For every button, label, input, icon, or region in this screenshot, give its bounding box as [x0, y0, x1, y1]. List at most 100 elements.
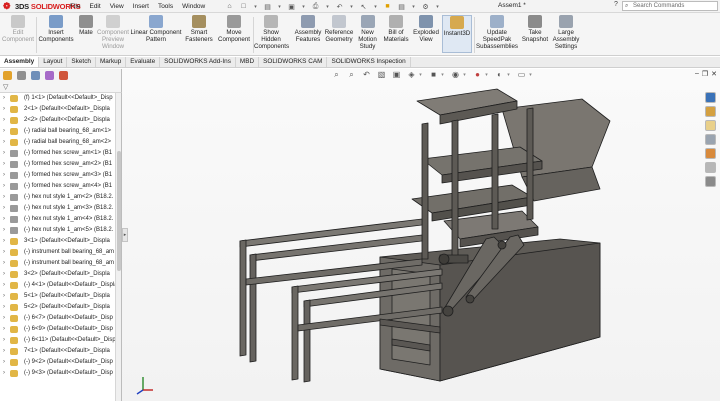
tree-item[interactable]: › (-) 9<2> (Default<<Default>_Disp	[0, 357, 115, 368]
insert-components-button[interactable]: Insert Components	[38, 15, 74, 44]
chevron-right-icon[interactable]: ›	[3, 126, 5, 137]
scroll-thumb[interactable]	[117, 151, 121, 271]
chevron-right-icon[interactable]: ›	[3, 148, 5, 159]
tree-item[interactable]: › (-) instrument ball bearing_68_am	[0, 258, 115, 269]
tree-item[interactable]: › 7<1> (Default<<Default>_Displa	[0, 346, 115, 357]
tree-item[interactable]: › 3<2> (Default<<Default>_Displa	[0, 269, 115, 280]
linear-component-pattern-button[interactable]: Linear Component Pattern	[130, 15, 182, 44]
menu-insert[interactable]: Insert	[133, 3, 149, 10]
tab-mbd[interactable]: MBD	[236, 57, 260, 67]
view-palette-icon[interactable]	[704, 134, 716, 145]
chevron-right-icon[interactable]: ›	[3, 302, 5, 313]
chevron-right-icon[interactable]: ›	[3, 225, 5, 236]
mate-button[interactable]: Mate	[76, 15, 96, 37]
tree-item[interactable]: › 5<2> (Default<<Default>_Displa	[0, 302, 115, 313]
bill-of-materials-button[interactable]: Bill of Materials	[382, 15, 410, 44]
forum-icon[interactable]	[704, 176, 716, 187]
file-explorer-icon[interactable]	[704, 120, 716, 131]
new-document-icon[interactable]: □	[239, 2, 248, 11]
chevron-down-icon[interactable]: ▾	[277, 2, 282, 11]
save-icon[interactable]: ▣	[287, 2, 296, 11]
menu-edit[interactable]: Edit	[89, 3, 100, 10]
help-icon[interactable]: ?	[614, 1, 618, 8]
tree-item[interactable]: › (-) 9<3> (Default<<Default>_Disp	[0, 368, 115, 379]
tree-item[interactable]: › (-) 6<9> (Default<<Default>_Disp	[0, 324, 115, 335]
tree-item[interactable]: › (-) formed hex screw_am<1> (B1	[0, 148, 115, 159]
solidworks-resources-icon[interactable]	[704, 92, 716, 103]
show-hidden-components-button[interactable]: Show Hidden Components	[254, 15, 289, 50]
chevron-right-icon[interactable]: ›	[3, 269, 5, 280]
undo-icon[interactable]: ↶	[335, 2, 344, 11]
tab-solidworks-inspection[interactable]: SOLIDWORKS Inspection	[327, 57, 411, 67]
chevron-down-icon[interactable]: ▾	[411, 2, 416, 11]
tree-item[interactable]: › (-) hex nut style 1_am<4> (B18.2.	[0, 214, 115, 225]
tree-item[interactable]: › (-) hex nut style 1_am<5> (B18.2.	[0, 225, 115, 236]
smart-fasteners-button[interactable]: Smart Fasteners	[184, 15, 214, 44]
design-library-icon[interactable]	[704, 106, 716, 117]
tree-item[interactable]: › 2<2> (Default<<Default>_Displa	[0, 115, 115, 126]
tab-solidworks-cam[interactable]: SOLIDWORKS CAM	[259, 57, 328, 67]
chevron-right-icon[interactable]: ›	[3, 247, 5, 258]
options-gear-icon[interactable]: ⚙	[421, 2, 430, 11]
custom-properties-icon[interactable]	[704, 162, 716, 173]
large-assembly-settings-button[interactable]: Large Assembly Settings	[552, 15, 580, 50]
display-manager-tab-icon[interactable]	[59, 71, 68, 80]
assembly-features-button[interactable]: Assembly Features	[292, 15, 324, 44]
home-icon[interactable]: ⌂	[225, 2, 234, 11]
tree-item[interactable]: › (-) formed hex screw_am<4> (B1	[0, 181, 115, 192]
chevron-right-icon[interactable]: ›	[3, 159, 5, 170]
open-folder-icon[interactable]: ▤	[263, 2, 272, 11]
select-arrow-icon[interactable]: ↖	[359, 2, 368, 11]
chevron-right-icon[interactable]: ›	[3, 280, 5, 291]
chevron-right-icon[interactable]: ›	[3, 170, 5, 181]
configuration-manager-tab-icon[interactable]	[31, 71, 40, 80]
chevron-right-icon[interactable]: ›	[3, 93, 5, 104]
tab-layout[interactable]: Layout	[39, 57, 68, 67]
chevron-right-icon[interactable]: ›	[3, 368, 5, 379]
tree-item[interactable]: › (-) 6<7> (Default<<Default>_Disp	[0, 313, 115, 324]
tree-item[interactable]: › (f) 1<1> (Default<<Default>_Disp	[0, 93, 115, 104]
tab-markup[interactable]: Markup	[96, 57, 127, 67]
chevron-right-icon[interactable]: ›	[3, 181, 5, 192]
tree-item[interactable]: › (-) 6<11> (Default<<Default>_Disp	[0, 335, 115, 346]
property-manager-tab-icon[interactable]	[17, 71, 26, 80]
panel-collapse-handle[interactable]: ▸	[122, 228, 128, 242]
chevron-right-icon[interactable]: ›	[3, 203, 5, 214]
print-icon[interactable]: ⎙	[311, 2, 320, 11]
chevron-down-icon[interactable]: ▾	[373, 2, 378, 11]
tab-assembly[interactable]: Assembly	[0, 57, 40, 67]
chevron-right-icon[interactable]: ›	[3, 357, 5, 368]
update-speedpak-button[interactable]: Update SpeedPak Subassemblies	[476, 15, 518, 50]
tab-sketch[interactable]: Sketch	[67, 57, 96, 67]
menu-view[interactable]: View	[110, 3, 124, 10]
file-properties-icon[interactable]: ▤	[397, 2, 406, 11]
feature-tree-tab-icon[interactable]	[3, 71, 12, 80]
reference-geometry-button[interactable]: Reference Geometry	[324, 15, 354, 44]
tree-item[interactable]: › (-) radial ball bearing_68_am<2>	[0, 137, 115, 148]
chevron-down-icon[interactable]: ▾	[301, 2, 306, 11]
tab-evaluate[interactable]: Evaluate	[126, 57, 161, 67]
instant3d-button[interactable]: Instant3D	[442, 15, 472, 53]
appearances-icon[interactable]	[704, 148, 716, 159]
chevron-right-icon[interactable]: ›	[3, 313, 5, 324]
tree-item[interactable]: › (-) radial ball bearing_68_am<1>	[0, 126, 115, 137]
component-preview-window-button[interactable]: Component Preview Window	[97, 15, 129, 50]
tree-item[interactable]: › 3<1> (Default<<Default>_Displa	[0, 236, 115, 247]
tree-item[interactable]: › 2<1> (Default<<Default>_Displa	[0, 104, 115, 115]
app-logo[interactable]: ❁ 3DS SOLIDWORKS	[3, 1, 81, 12]
take-snapshot-button[interactable]: Take Snapshot	[520, 15, 550, 44]
exploded-view-button[interactable]: Exploded View	[412, 15, 440, 44]
tree-item[interactable]: › (-) 4<1> (Default<<Default>_Displa	[0, 280, 115, 291]
chevron-right-icon[interactable]: ›	[3, 346, 5, 357]
chevron-right-icon[interactable]: ›	[3, 104, 5, 115]
graphics-area[interactable]: ⌕ ⌕ ↶ ▧ ▣ ◈ ▾ ■ ▾ ◉ ▾ ● ▾ ◐ ▾ ▭ ▾ – ❐ ✕	[122, 69, 720, 401]
menu-tools[interactable]: Tools	[158, 3, 173, 10]
chevron-down-icon[interactable]: ▾	[435, 2, 440, 11]
chevron-right-icon[interactable]: ›	[3, 192, 5, 203]
chevron-right-icon[interactable]: ›	[3, 258, 5, 269]
tree-item[interactable]: › (-) hex nut style 1_am<2> (B18.2.	[0, 192, 115, 203]
chevron-right-icon[interactable]: ›	[3, 214, 5, 225]
chevron-right-icon[interactable]: ›	[3, 335, 5, 346]
tree-item[interactable]: › 5<1> (Default<<Default>_Displa	[0, 291, 115, 302]
chevron-right-icon[interactable]: ›	[3, 236, 5, 247]
